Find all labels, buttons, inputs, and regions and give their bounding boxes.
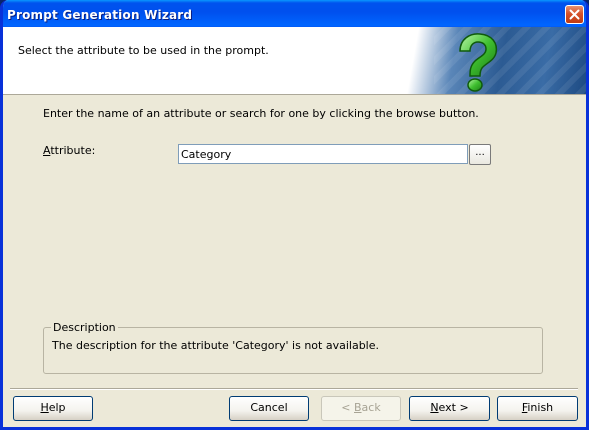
cancel-button[interactable]: Cancel bbox=[229, 396, 309, 421]
browse-button[interactable]: ... bbox=[469, 144, 491, 165]
question-mark-icon bbox=[459, 33, 498, 92]
help-button[interactable]: Help bbox=[13, 396, 93, 421]
close-button[interactable] bbox=[565, 5, 584, 24]
window-title: Prompt Generation Wizard bbox=[7, 8, 193, 22]
attribute-label: Attribute: bbox=[43, 144, 96, 157]
wizard-header: Select the attribute to be used in the p… bbox=[3, 27, 586, 95]
back-button[interactable]: < Back bbox=[321, 396, 401, 421]
title-bar[interactable]: Prompt Generation Wizard bbox=[3, 0, 586, 30]
description-group: Description The description for the attr… bbox=[43, 321, 543, 374]
description-legend: Description bbox=[51, 321, 118, 334]
header-instruction: Select the attribute to be used in the p… bbox=[18, 44, 269, 57]
attribute-input[interactable] bbox=[178, 144, 468, 164]
header-banner bbox=[374, 27, 586, 94]
close-icon bbox=[569, 9, 580, 20]
next-button[interactable]: Next > bbox=[409, 396, 490, 421]
finish-button[interactable]: Finish bbox=[497, 396, 578, 421]
wizard-window: Prompt Generation Wizard Select the attr… bbox=[0, 0, 589, 430]
button-separator bbox=[10, 388, 578, 390]
main-instruction: Enter the name of an attribute or search… bbox=[43, 107, 479, 120]
description-text: The description for the attribute 'Categ… bbox=[52, 339, 379, 352]
